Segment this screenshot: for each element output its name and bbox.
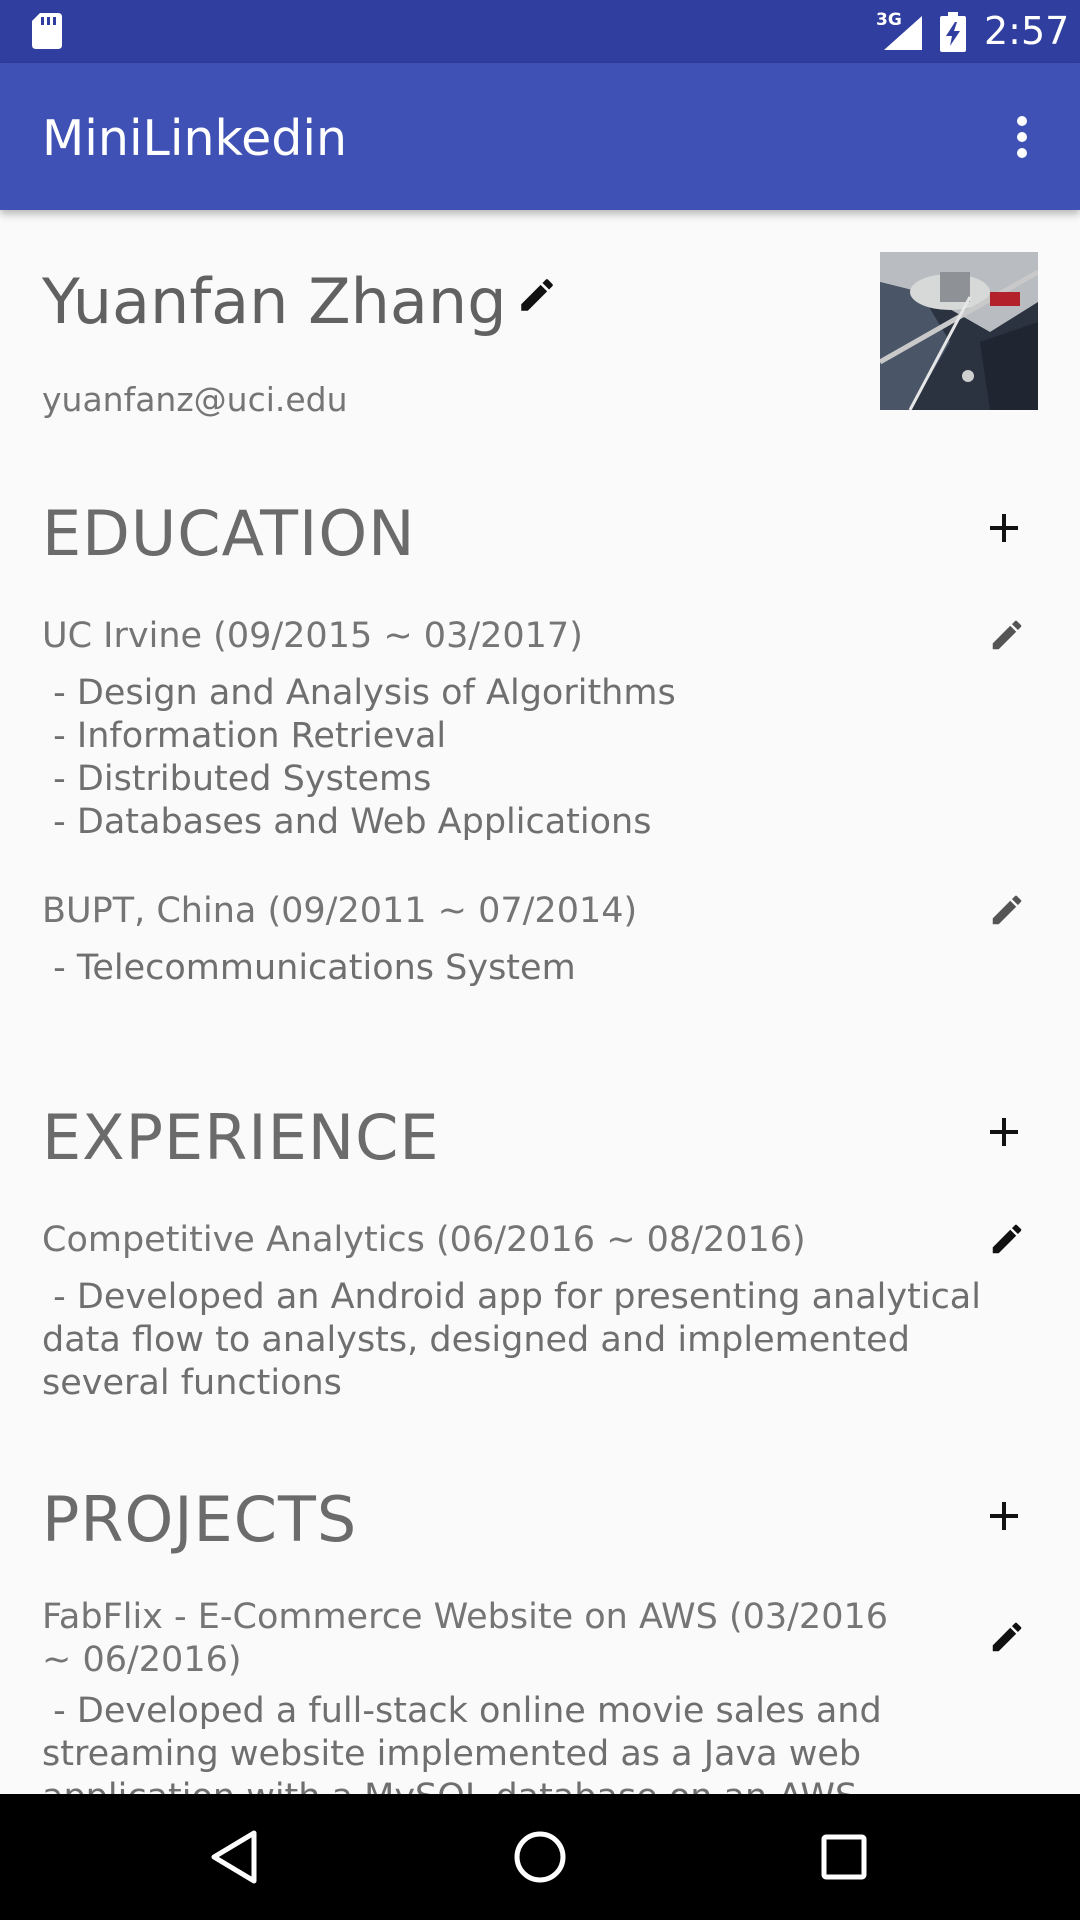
experience-entry-title: Competitive Analytics (06/2016 ~ 08/2016…: [42, 1220, 806, 1260]
education-section-title: EDUCATION: [42, 497, 416, 570]
profile-content[interactable]: Yuanfan Zhang yuanfanz@uci.edu EDUCATION…: [0, 210, 1080, 1794]
education-entry-details: - Design and Analysis of Algorithms - In…: [53, 673, 676, 842]
add-experience-icon[interactable]: [988, 1116, 1020, 1148]
home-icon[interactable]: [508, 1825, 572, 1889]
experience-entry-details: - Developed an Android app for presentin…: [42, 1277, 993, 1403]
edit-name-icon[interactable]: [516, 274, 558, 316]
status-clock: 2:57: [984, 9, 1070, 53]
edit-education-entry-icon[interactable]: [988, 616, 1026, 654]
profile-email: yuanfanz@uci.edu: [42, 380, 348, 419]
signal-icon: [884, 16, 922, 50]
navigation-bar: [0, 1794, 1080, 1920]
avatar-image: [880, 252, 1038, 410]
app-title: MiniLinkedin: [42, 110, 348, 167]
education-entry-title: UC Irvine (09/2015 ~ 03/2017): [42, 616, 583, 656]
edit-experience-entry-icon[interactable]: [988, 1220, 1026, 1258]
edit-education-entry-icon[interactable]: [988, 891, 1026, 929]
signal-indicator: 3G: [876, 12, 922, 50]
profile-name: Yuanfan Zhang: [42, 265, 507, 338]
add-project-icon[interactable]: [988, 1500, 1020, 1532]
back-icon[interactable]: [204, 1825, 268, 1889]
project-entry-details: - Developed a full-stack online movie sa…: [42, 1691, 882, 1794]
recents-icon[interactable]: [812, 1825, 876, 1889]
sd-card-icon: [32, 13, 62, 49]
education-entry-title: BUPT, China (09/2011 ~ 07/2014): [42, 891, 638, 931]
battery-charging-icon: [940, 12, 966, 52]
add-education-icon[interactable]: [988, 512, 1020, 544]
status-bar: 3G 2:57: [0, 0, 1080, 63]
education-entry-details: - Telecommunications System: [42, 948, 576, 988]
more-vert-icon[interactable]: [1010, 115, 1034, 159]
experience-section-title: EXPERIENCE: [42, 1101, 440, 1174]
app-bar: MiniLinkedin: [0, 63, 1080, 210]
project-entry-title: FabFlix - E-Commerce Website on AWS (03/…: [42, 1597, 888, 1680]
avatar[interactable]: [880, 252, 1038, 410]
edit-project-entry-icon[interactable]: [988, 1618, 1026, 1656]
projects-section-title: PROJECTS: [42, 1483, 358, 1556]
